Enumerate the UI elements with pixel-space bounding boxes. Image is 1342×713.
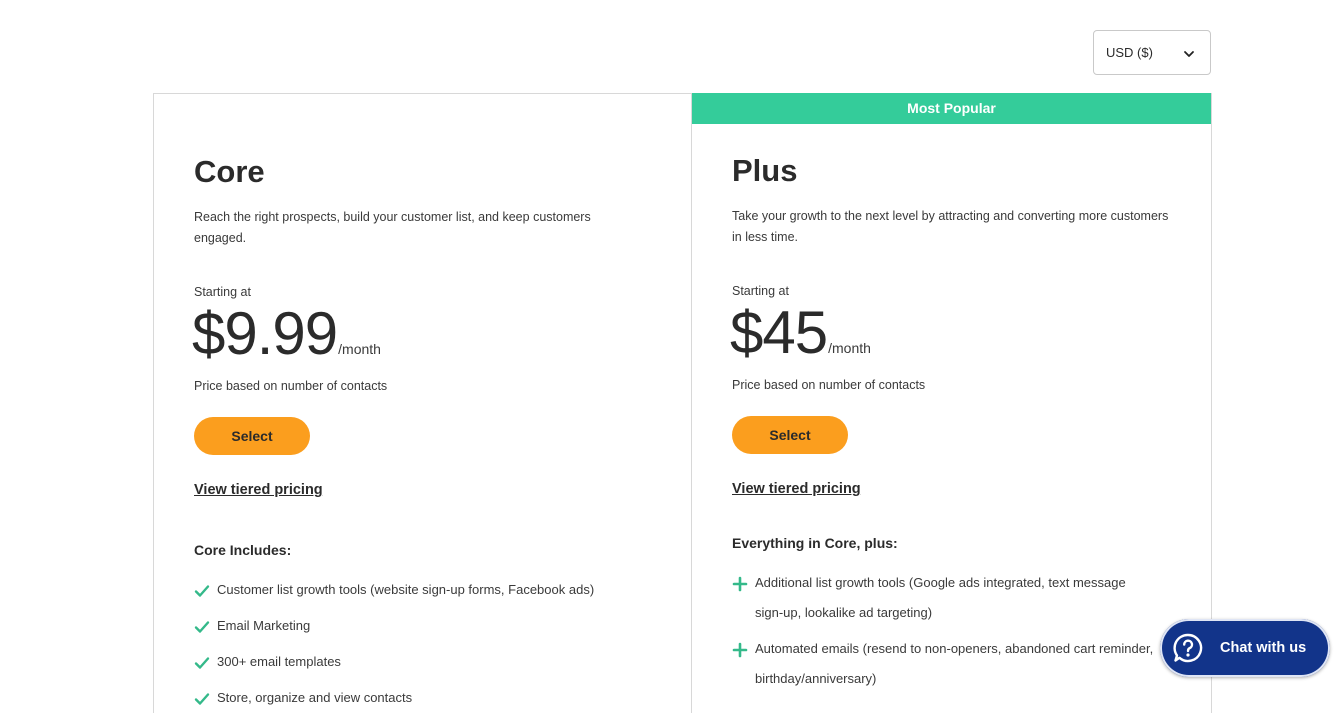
chat-label: Chat with us <box>1220 640 1307 656</box>
feature-text: Additional list growth tools (Google ads… <box>755 575 1126 620</box>
feature-item: Additional list growth tools (Google ads… <box>732 575 1155 628</box>
plus-icon <box>732 576 748 592</box>
view-tiered-pricing-link[interactable]: View tiered pricing <box>194 482 323 498</box>
plus-icon <box>732 642 748 658</box>
check-icon <box>194 693 210 705</box>
plan-card-core: Core Reach the right prospects, build yo… <box>153 93 692 713</box>
view-tiered-pricing-link[interactable]: View tiered pricing <box>732 481 861 497</box>
check-icon <box>194 657 210 669</box>
check-icon <box>194 621 210 633</box>
chevron-down-icon <box>1184 51 1194 57</box>
price-basis: Price based on number of contacts <box>194 379 388 393</box>
plan-name: Plus <box>732 153 798 188</box>
plan-description: Take your growth to the next level by at… <box>732 209 1169 244</box>
chat-with-us-button[interactable]: Chat with us <box>1160 619 1330 677</box>
plan-description: Reach the right prospects, build your cu… <box>194 210 591 245</box>
help-chat-icon <box>1173 633 1203 663</box>
plan-card-plus: Most Popular Plus Take your growth to th… <box>691 93 1212 713</box>
feature-item: 300+ email templates <box>194 654 617 677</box>
most-popular-banner: Most Popular <box>692 93 1211 124</box>
price: $45 /month <box>730 298 871 368</box>
price-period: /month <box>338 341 381 357</box>
price: $9.99 /month <box>192 299 381 369</box>
feature-text: Automated emails (resend to non-openers,… <box>755 641 1154 686</box>
price-basis: Price based on number of contacts <box>732 378 926 392</box>
price-amount: $45 <box>730 299 828 366</box>
check-icon <box>194 585 210 597</box>
feature-text: Customer list growth tools (website sign… <box>217 582 595 597</box>
includes-title: Core Includes: <box>194 542 292 558</box>
feature-item: Customer list growth tools (website sign… <box>194 582 617 605</box>
starting-at-label: Starting at <box>732 284 789 298</box>
currency-value: USD ($) <box>1106 45 1153 60</box>
feature-item: Store, organize and view contacts <box>194 690 617 713</box>
price-period: /month <box>828 340 871 356</box>
starting-at-label: Starting at <box>194 285 251 299</box>
feature-text: 300+ email templates <box>217 654 341 669</box>
currency-select[interactable]: USD ($) <box>1093 30 1211 75</box>
price-amount: $9.99 <box>192 300 338 367</box>
feature-text: Store, organize and view contacts <box>217 690 413 705</box>
select-button[interactable]: Select <box>732 416 848 454</box>
select-button[interactable]: Select <box>194 417 310 455</box>
feature-item: Automated emails (resend to non-openers,… <box>732 641 1155 694</box>
includes-title: Everything in Core, plus: <box>732 535 898 551</box>
feature-text: Email Marketing <box>217 618 311 633</box>
feature-item: Email Marketing <box>194 618 617 641</box>
plan-name: Core <box>194 154 265 189</box>
